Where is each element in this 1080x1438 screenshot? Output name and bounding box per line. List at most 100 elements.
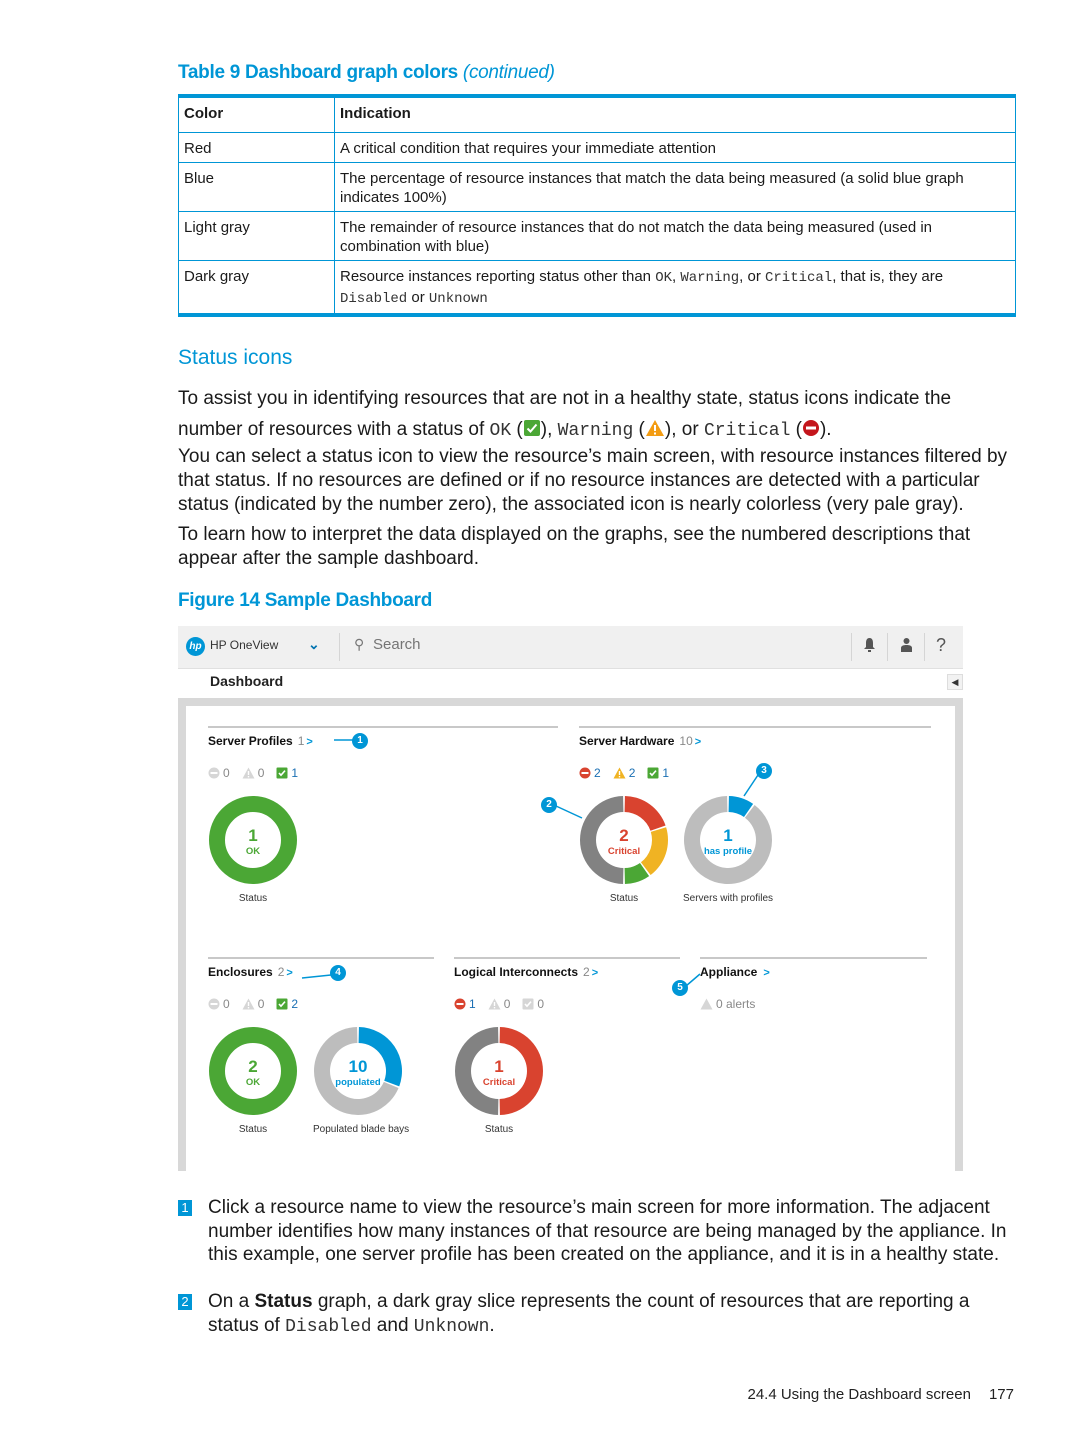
note-text: Click a resource name to view the resour… <box>208 1197 1007 1265</box>
ok-status-count[interactable]: 0 <box>522 997 544 1011</box>
ok-status-count[interactable]: 1 <box>647 766 669 780</box>
status-counts: 0 0 1 <box>208 766 310 780</box>
bell-icon[interactable] <box>863 637 876 658</box>
indication-cell: Resource instances reporting status othe… <box>334 260 1016 316</box>
chevron-right-icon[interactable]: > <box>286 967 292 979</box>
populated-blade-bays-donut[interactable]: 10 populated Populated blade bays <box>313 1026 410 1135</box>
collapse-panel-icon[interactable]: ◀ <box>947 674 963 690</box>
resource-count: 10 <box>679 734 693 748</box>
critical-status-count[interactable]: 2 <box>579 766 601 780</box>
callout-marker-4: 4 <box>330 965 346 981</box>
ok-status-count[interactable]: 1 <box>276 766 298 780</box>
resource-name-link[interactable]: Appliance <box>700 965 757 979</box>
donut-caption: Servers with profiles <box>683 893 774 904</box>
chevron-right-icon[interactable]: > <box>592 967 598 979</box>
critical-status-count[interactable]: 0 <box>208 766 230 780</box>
donut-chart[interactable]: 1Critical <box>454 1026 544 1116</box>
status-donut[interactable]: 2 Critical Status <box>579 795 669 904</box>
status-donut[interactable]: 1 OK Status <box>208 795 298 904</box>
user-icon[interactable] <box>900 637 913 658</box>
resource-count: 1 <box>297 734 305 748</box>
text: ). <box>819 419 832 440</box>
donut-value: 1 <box>494 1057 503 1076</box>
code-warning: Warning <box>557 421 634 441</box>
divider <box>887 633 888 661</box>
text: , or <box>739 268 765 285</box>
donut-slice-critical[interactable] <box>499 1027 543 1115</box>
critical-icon <box>579 767 591 779</box>
count-value: 0 <box>257 997 265 1011</box>
warning-status-count[interactable]: 0 <box>242 766 264 780</box>
donut-caption: Status <box>609 893 639 904</box>
table-row: Blue The percentage of resource instance… <box>178 162 1016 212</box>
note-number: 1 <box>178 1200 192 1216</box>
warning-status-count[interactable]: 0 <box>242 997 265 1011</box>
chevron-right-icon[interactable]: > <box>695 736 701 748</box>
widget-title[interactable]: Appliance > <box>700 965 770 979</box>
donut-chart[interactable]: 1has profile <box>683 795 773 885</box>
warning-status-count[interactable]: 2 <box>613 766 636 780</box>
widget-title[interactable]: Logical Interconnects 2 > <box>454 965 598 979</box>
donut-chart[interactable]: 2OK <box>208 1026 298 1116</box>
code-critical: Critical <box>703 421 791 441</box>
donut-label: populated <box>335 1077 381 1088</box>
ok-icon <box>522 998 534 1010</box>
color-cell: Red <box>178 132 335 163</box>
donut-chart[interactable]: 1OK <box>208 795 298 885</box>
critical-status-count[interactable]: 0 <box>208 997 230 1011</box>
note-text: On a Status graph, a dark gray slice rep… <box>208 1290 1018 1339</box>
status-donut[interactable]: 1 Critical Status <box>454 1026 544 1135</box>
donut-caption: Status <box>238 1124 268 1135</box>
main-menu-chevron-down-icon[interactable]: ⌄ <box>308 636 320 653</box>
note-number: 2 <box>178 1294 192 1310</box>
donut-slice-critical[interactable] <box>624 796 666 831</box>
ok-status-count[interactable]: 2 <box>276 997 298 1011</box>
critical-status-count[interactable]: 1 <box>454 997 476 1011</box>
donut-chart[interactable]: 10populated <box>313 1026 403 1116</box>
donut-caption: Populated blade bays <box>313 1124 410 1135</box>
donut-label: OK <box>246 1077 260 1088</box>
page-number: 177 <box>988 1386 1014 1403</box>
column-header-color: Color <box>178 95 335 133</box>
servers-with-profiles-donut[interactable]: 1 has profile Servers with profiles <box>683 795 773 904</box>
donut-value: 1 <box>248 826 257 845</box>
chevron-right-icon[interactable]: > <box>763 967 769 979</box>
resource-name-link[interactable]: Server Profiles <box>208 734 293 748</box>
table-caption: Table 9 Dashboard graph colors (continue… <box>178 62 555 84</box>
donut-slice-warning[interactable] <box>640 827 668 876</box>
table-caption-continued: (continued) <box>462 62 555 83</box>
widget-title[interactable]: Server Hardware 10 > <box>579 734 701 748</box>
status-donut[interactable]: 2 OK Status <box>208 1026 298 1135</box>
search-input[interactable] <box>373 636 573 653</box>
resource-name-link[interactable]: Enclosures <box>208 965 273 979</box>
critical-icon <box>208 998 220 1010</box>
warning-icon <box>242 767 255 779</box>
widget-title[interactable]: Enclosures 2 > <box>208 965 293 979</box>
warning-status-icon <box>645 416 665 447</box>
donut-value: 2 <box>619 826 628 845</box>
appliance-alerts[interactable]: 0 alerts <box>700 997 767 1011</box>
resource-count: 2 <box>277 965 285 979</box>
text: . <box>489 1314 495 1336</box>
color-cell: Light gray <box>178 211 335 261</box>
donut-slice-other[interactable] <box>580 796 624 884</box>
resource-name-link[interactable]: Server Hardware <box>579 734 674 748</box>
callout-marker-3: 3 <box>756 763 772 779</box>
critical-status-icon <box>802 416 820 447</box>
widget-title[interactable]: Server Profiles 1 > <box>208 734 313 748</box>
app-name: HP OneView <box>210 638 279 652</box>
donut-slice-other[interactable] <box>455 1027 499 1115</box>
column-header-indication: Indication <box>334 95 1016 133</box>
donut-chart[interactable]: 2Critical <box>579 795 669 885</box>
ok-status-icon <box>523 416 541 447</box>
help-icon[interactable]: ? <box>936 635 946 656</box>
chevron-right-icon[interactable]: > <box>306 736 312 748</box>
count-value: 0 <box>503 997 511 1011</box>
search-icon: ⚲ <box>354 636 365 652</box>
donut-value: 10 <box>349 1057 368 1076</box>
resource-name-link[interactable]: Logical Interconnects <box>454 965 578 979</box>
table-row: Light gray The remainder of resource ins… <box>178 211 1016 261</box>
callout-line-4 <box>301 974 332 979</box>
count-value: 2 <box>628 766 636 780</box>
warning-status-count[interactable]: 0 <box>488 997 511 1011</box>
